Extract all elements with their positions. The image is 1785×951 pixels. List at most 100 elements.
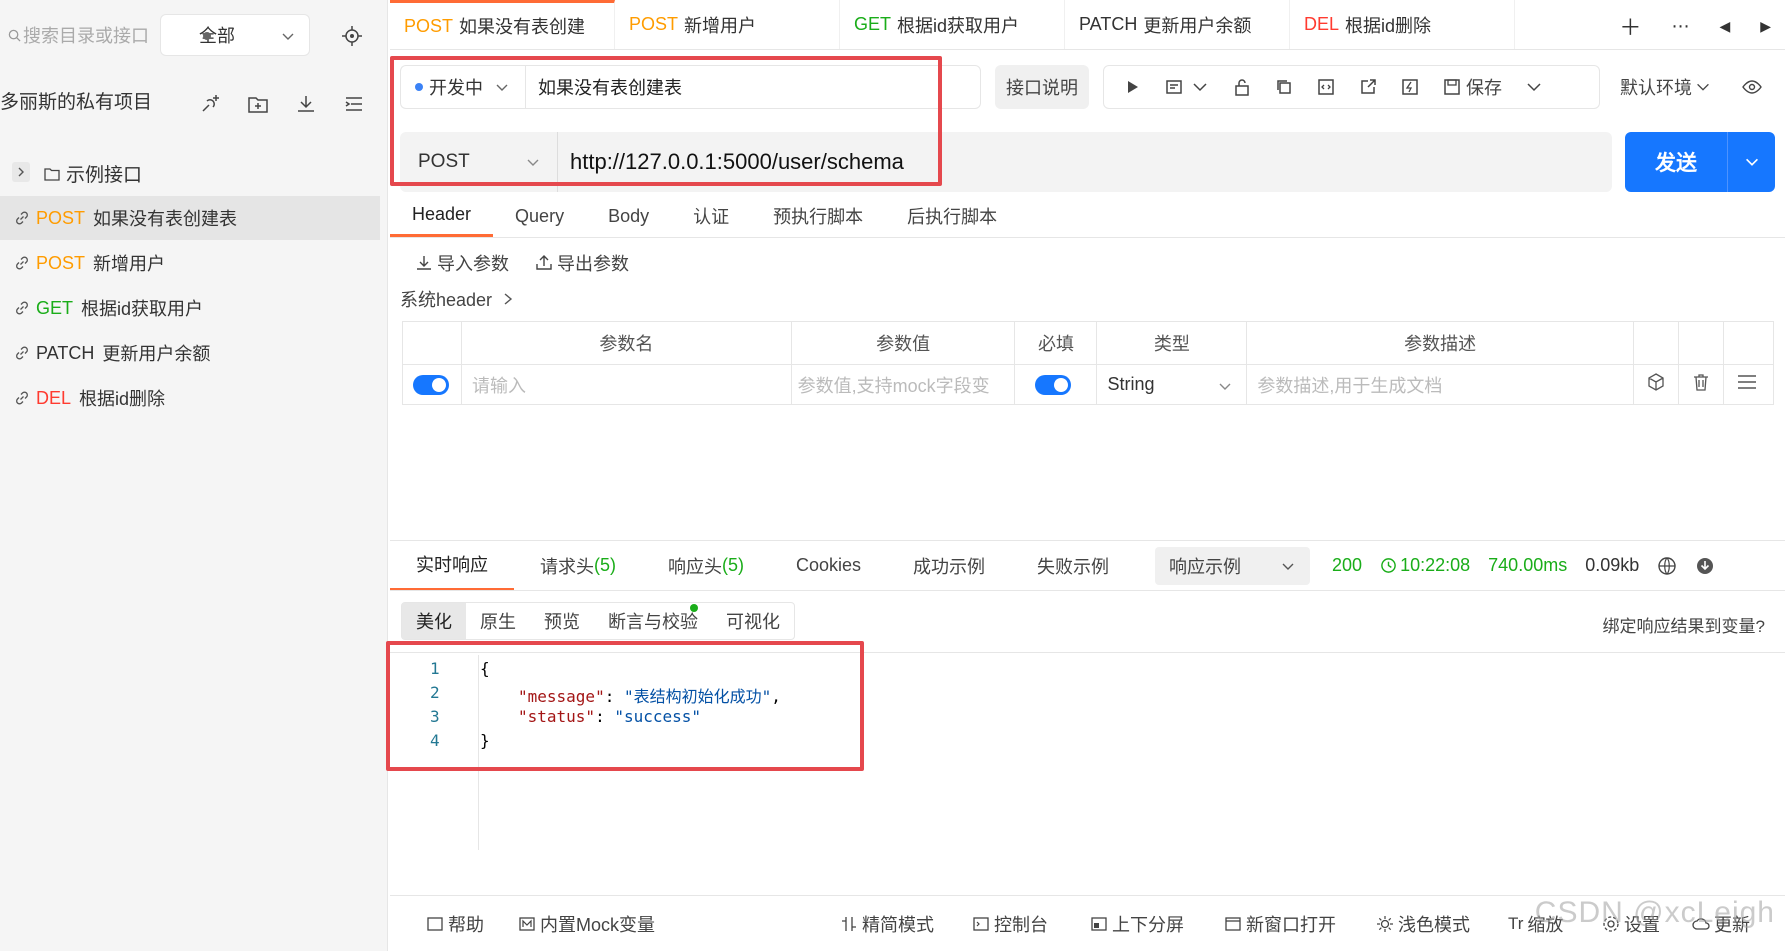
- status-select[interactable]: 开发中: [400, 65, 525, 109]
- required-toggle[interactable]: [1035, 375, 1072, 396]
- run-icon[interactable]: [1122, 77, 1142, 97]
- line-number: 2: [430, 683, 440, 702]
- sidebar-api-item[interactable]: PATCH 更新用户余额: [0, 331, 380, 375]
- code-key: "message": [518, 687, 605, 706]
- param-desc-input[interactable]: 参数描述,用于生成文档: [1246, 364, 1634, 405]
- api-method: GET: [36, 297, 74, 318]
- url-input[interactable]: http://127.0.0.1:5000/user/schema: [557, 132, 1612, 192]
- mock-vars-button[interactable]: 内置Mock变量: [518, 911, 655, 937]
- import-params-button[interactable]: 导入参数: [415, 250, 509, 276]
- divider: [390, 237, 1785, 238]
- enable-toggle[interactable]: [413, 375, 449, 396]
- tab-post-script[interactable]: 后执行脚本: [885, 195, 1019, 237]
- request-tab[interactable]: POST 如果没有表创建: [390, 0, 615, 49]
- light-mode-button[interactable]: 浅色模式: [1376, 911, 1470, 937]
- code-icon[interactable]: [1316, 77, 1336, 97]
- tab-body[interactable]: Body: [586, 195, 671, 237]
- type-select[interactable]: String: [1096, 364, 1248, 405]
- view-tab-preview[interactable]: 预览: [530, 603, 594, 639]
- api-doc-button[interactable]: 接口说明: [995, 65, 1089, 109]
- col-param-name: 参数名: [460, 321, 792, 365]
- method-select[interactable]: POST: [400, 132, 557, 192]
- param-name-input[interactable]: 请输入: [460, 364, 792, 405]
- env-select[interactable]: 默认环境: [1600, 65, 1770, 109]
- folder-example[interactable]: 示例接口: [44, 160, 142, 187]
- tab-fail-example[interactable]: 失败示例: [1011, 541, 1135, 591]
- save-button[interactable]: 保存: [1442, 74, 1502, 100]
- more-icon[interactable]: ⋯: [1671, 16, 1689, 37]
- tab-response-headers[interactable]: 响应头 (5): [642, 541, 770, 591]
- tab-realtime-response[interactable]: 实时响应: [390, 541, 514, 591]
- add-tab-icon[interactable]: ＋: [1619, 10, 1641, 42]
- help-button[interactable]: 帮助: [426, 911, 484, 937]
- download-icon[interactable]: [294, 92, 318, 116]
- cube-icon[interactable]: [1633, 364, 1679, 405]
- tab-pre-script[interactable]: 预执行脚本: [751, 195, 885, 237]
- param-value-input[interactable]: 参数值,支持mock字段变: [790, 364, 1016, 405]
- scroll-right-icon[interactable]: ▶: [1760, 18, 1771, 35]
- unlock-icon[interactable]: [1232, 77, 1252, 97]
- sidebar-api-item[interactable]: DEL 根据id删除: [0, 376, 380, 420]
- response-example-select[interactable]: 响应示例: [1155, 546, 1311, 585]
- view-tab-visualize[interactable]: 可视化: [712, 603, 794, 639]
- compact-mode-button[interactable]: 精简模式: [840, 911, 934, 937]
- tab-request-headers[interactable]: 请求头 (5): [514, 541, 642, 591]
- sidebar-search-input[interactable]: 搜索目录或接口: [0, 14, 168, 56]
- line-gutter: 1 2 3 4: [390, 655, 478, 850]
- download-response-icon[interactable]: [1695, 556, 1715, 576]
- request-tab[interactable]: DEL 根据id删除: [1290, 0, 1515, 49]
- sidebar-api-item[interactable]: POST 如果没有表创建表: [0, 196, 380, 240]
- locate-icon[interactable]: [340, 24, 364, 48]
- chevron-down-icon: [1219, 383, 1231, 390]
- tab-method: POST: [404, 15, 454, 36]
- api-label: 根据id获取用户: [81, 299, 204, 319]
- export-params-button[interactable]: 导出参数: [535, 250, 629, 276]
- system-header-toggle[interactable]: 系统header: [400, 286, 514, 312]
- format-dropdown[interactable]: [1164, 77, 1210, 97]
- request-tab[interactable]: GET 根据id获取用户: [840, 0, 1065, 49]
- scope-select[interactable]: 全部: [160, 14, 310, 56]
- tab-query[interactable]: Query: [493, 195, 586, 237]
- split-label: 上下分屏: [1112, 914, 1184, 935]
- tab-auth[interactable]: 认证: [671, 195, 751, 237]
- sidebar-api-item[interactable]: POST 新增用户: [0, 241, 380, 285]
- eye-icon[interactable]: [1742, 77, 1762, 97]
- request-tab[interactable]: POST 新增用户: [615, 0, 840, 49]
- save-dropdown-icon[interactable]: [1524, 77, 1544, 97]
- api-name-input[interactable]: 如果没有表创建表: [525, 65, 981, 109]
- api-method: DEL: [36, 387, 72, 408]
- delete-icon[interactable]: [1677, 364, 1724, 405]
- folder-expand-toggle[interactable]: [12, 162, 30, 182]
- split-view-button[interactable]: 上下分屏: [1090, 911, 1184, 937]
- tab-cookies[interactable]: Cookies: [770, 541, 887, 591]
- list-menu-icon[interactable]: [342, 92, 366, 116]
- bind-variable-link[interactable]: 绑定响应结果到变量?: [1603, 612, 1765, 637]
- drag-handle-icon[interactable]: [1722, 364, 1775, 405]
- share-icon[interactable]: [1358, 77, 1378, 97]
- response-code-editor[interactable]: 1 2 3 4 { "message": "表结构初始化成功", "status…: [390, 655, 1785, 850]
- request-tab[interactable]: PATCH 更新用户余额: [1065, 0, 1290, 49]
- chevron-down-icon: [1193, 83, 1207, 92]
- tab-header[interactable]: Header: [390, 195, 494, 237]
- search-placeholder: 搜索目录或接口: [23, 26, 149, 46]
- scroll-left-icon[interactable]: ◀: [1719, 18, 1730, 35]
- code-key: "status": [518, 707, 596, 726]
- tab-label: 更新用户余额: [1143, 15, 1252, 36]
- new-folder-icon[interactable]: [246, 92, 270, 116]
- send-dropdown-icon[interactable]: [1728, 153, 1775, 171]
- copy-icon[interactable]: [1274, 77, 1294, 97]
- sidebar-api-item[interactable]: GET 根据id获取用户: [0, 286, 380, 330]
- flash-icon[interactable]: [1400, 77, 1420, 97]
- params-table: 参数名 参数值 必填 类型 参数描述 请输入 参数值,支持mock字段变 Str…: [402, 321, 1775, 405]
- view-tab-assertions[interactable]: 断言与校验: [594, 603, 712, 639]
- response-example-label: 响应示例: [1169, 556, 1242, 577]
- response-size: 0.09kb: [1585, 555, 1640, 575]
- add-api-icon[interactable]: [198, 92, 222, 116]
- view-tab-beautify[interactable]: 美化: [402, 603, 466, 639]
- tab-success-example[interactable]: 成功示例: [887, 541, 1011, 591]
- send-button[interactable]: 发送: [1625, 132, 1775, 192]
- new-window-button[interactable]: 新窗口打开: [1224, 911, 1336, 937]
- view-tab-raw[interactable]: 原生: [466, 603, 530, 639]
- globe-icon[interactable]: [1657, 556, 1677, 576]
- console-button[interactable]: 控制台: [972, 911, 1048, 937]
